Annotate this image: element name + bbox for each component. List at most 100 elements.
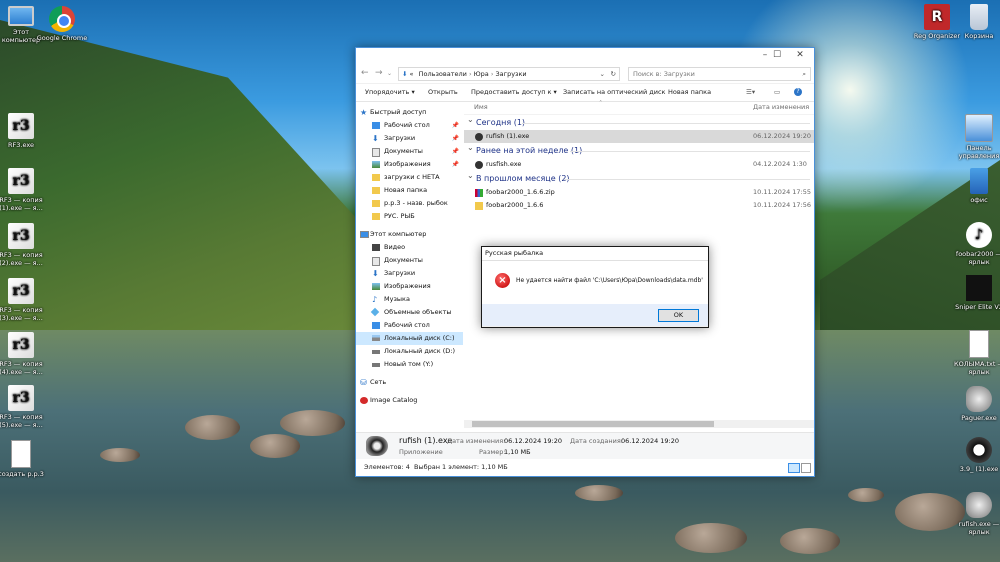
organize-button[interactable]: Упорядочить ▾ [365, 88, 415, 96]
desktop-icon-rf3-copy-2[interactable]: r3 RF3 — копия (2).exe — я... [0, 223, 48, 267]
details-pane: rufish (1).exe Приложение Дата изменения… [356, 432, 814, 459]
nav-quick-access[interactable]: ★ Быстрый доступ [356, 106, 463, 119]
burn-disc-button[interactable]: Записать на оптический диск [563, 88, 665, 96]
file-row[interactable]: rusfish.exe 04.12.2024 1:30 [464, 158, 814, 171]
desktop-icon-clock-exe[interactable]: 3.9_ (1).exe [952, 437, 1000, 473]
dialog-title[interactable]: Русская рыбалка [482, 247, 708, 261]
nav-pc-pictures[interactable]: Изображения [356, 280, 463, 293]
title-bar[interactable]: – ☐ ✕ [356, 48, 814, 63]
desktop-icon-rf3[interactable]: r3 RF3.exe [0, 113, 48, 149]
nav-network[interactable]: ⛁ Сеть [356, 376, 463, 389]
rf3-icon: r3 [8, 278, 34, 304]
rf3-icon: r3 [8, 332, 34, 358]
nav-quick-folder[interactable]: РУС. РЫБ [356, 210, 463, 223]
nav-quick-folder[interactable]: загрузки с НЕТА [356, 171, 463, 184]
group-header[interactable]: Ранее на этой неделе (1) [464, 140, 814, 158]
large-icons-view-icon[interactable] [801, 463, 811, 473]
dialog-body: × Не удается найти файл 'C:\Users\Юра\Do… [482, 261, 708, 304]
nav-image-catalog[interactable]: Image Catalog [356, 394, 463, 407]
breadcrumb-downloads[interactable]: Загрузки [496, 70, 527, 78]
help-icon[interactable]: ? [794, 88, 802, 96]
forward-arrow-icon[interactable]: → [375, 68, 383, 78]
file-row[interactable]: rufish (1).exe 06.12.2024 19:20 [464, 130, 814, 143]
address-dropdown-icon[interactable]: ⌄ [600, 68, 605, 80]
ok-button[interactable]: OK [658, 309, 699, 322]
nav-quick-pictures[interactable]: Изображения 📌 [356, 158, 463, 171]
desktop-icon-foobar[interactable]: ♪ foobar2000 — ярлык [952, 222, 1000, 266]
share-button[interactable]: Предоставить доступ к ▾ [471, 88, 557, 96]
desktop-icon-rf3-copy-5[interactable]: r3 RF3 — копия (5).exe — я... [0, 385, 48, 429]
nav-pc-3d-objects[interactable]: Объемные объекты [356, 306, 463, 319]
close-button[interactable]: ✕ [789, 50, 811, 61]
file-name: foobar2000_1.6.6 [486, 201, 544, 209]
pin-icon[interactable]: 📌 [452, 158, 459, 171]
nav-this-pc[interactable]: Этот компьютер [356, 228, 463, 241]
rf3-icon: r3 [8, 113, 34, 139]
nav-quick-folder[interactable]: Новая папка [356, 184, 463, 197]
nav-label: загрузки с НЕТА [384, 173, 440, 181]
fish-exe-icon [475, 161, 483, 169]
new-folder-button[interactable]: Новая папка [668, 88, 711, 96]
desktop-icon-rf3-copy-3[interactable]: r3 RF3 — копия (3).exe — я... [0, 278, 48, 322]
nav-pc-video[interactable]: Видео [356, 241, 463, 254]
status-bar: Элементов: 4 Выбран 1 элемент: 1,10 МБ [356, 460, 814, 475]
nav-quick-folder[interactable]: р.р.3 - назв. рыбок [356, 197, 463, 210]
breadcrumb-user[interactable]: Юра [474, 70, 489, 78]
desktop-icon-rufish[interactable]: rufish.exe — ярлык [952, 492, 1000, 536]
desktop-icon-chrome[interactable]: Google Chrome [35, 6, 89, 42]
details-view-icon[interactable] [788, 463, 800, 473]
desktop-icon-rf3-copy-4[interactable]: r3 RF3 — копия (4).exe — я... [0, 332, 48, 376]
refresh-icon[interactable]: ↻ [611, 68, 616, 80]
nav-pc-drive-c[interactable]: Локальный диск (C:) [356, 332, 463, 345]
clock-icon [966, 437, 992, 463]
desktop-icon-kolyma[interactable]: КОЛЫМА.txt — ярлык [952, 330, 1000, 376]
group-header[interactable]: В прошлом месяце (2) [464, 168, 814, 186]
desktop-icon-office[interactable]: офис [952, 168, 1000, 204]
desktop-icon-recycle-bin[interactable]: Корзина [952, 4, 1000, 40]
nav-label: Видео [384, 243, 406, 251]
desktop-icon-paguer[interactable]: Paguer.exe [952, 386, 1000, 422]
pin-icon[interactable]: 📌 [452, 132, 459, 145]
recent-chevron-icon[interactable]: ⌄ [387, 70, 392, 77]
nav-pc-downloads[interactable]: ⬇ Загрузки [356, 267, 463, 280]
nav-pc-desktop[interactable]: Рабочий стол [356, 319, 463, 332]
address-bar[interactable]: ⬇ « Пользователи › Юра › Загрузки ⌄ ↻ [398, 67, 620, 81]
error-dialog: Русская рыбалка × Не удается найти файл … [481, 246, 709, 328]
horizontal-scrollbar[interactable] [464, 420, 814, 428]
group-header[interactable]: Сегодня (1) [464, 112, 814, 130]
nav-label: Локальный диск (C:) [384, 334, 455, 342]
nav-quick-desktop[interactable]: Рабочий стол 📌 [356, 119, 463, 132]
this-pc-icon [8, 6, 34, 26]
desktop-icon-rf3-copy-1[interactable]: r3 RF3 — копия (1).exe — я... [0, 168, 48, 212]
nav-pc-music[interactable]: ♪ Музыка [356, 293, 463, 306]
column-name-header[interactable]: Имя [474, 101, 488, 114]
nav-label: Музыка [384, 295, 410, 303]
file-row[interactable]: foobar2000_1.6.6.zip 10.11.2024 17:55 [464, 186, 814, 199]
nav-pc-drive-y[interactable]: Новый том (Y:) [356, 358, 463, 371]
open-button[interactable]: Открыть [428, 88, 458, 96]
nav-pc-documents[interactable]: Документы [356, 254, 463, 267]
nav-pc-drive-d[interactable]: Локальный диск (D:) [356, 345, 463, 358]
breadcrumb-users[interactable]: Пользователи [419, 70, 467, 78]
desktop-icon-control-panel[interactable]: Панель управления [952, 114, 1000, 160]
back-arrow-icon[interactable]: ← [361, 68, 369, 78]
downloads-icon: ⬇ [402, 70, 408, 78]
image-catalog-icon [360, 397, 368, 404]
column-date-header[interactable]: Дата изменения [753, 101, 809, 114]
archive-icon [475, 189, 483, 197]
preview-pane-icon[interactable]: ▭ [774, 88, 780, 96]
view-options-icon[interactable]: ☰▾ [746, 88, 755, 96]
drive-icon [372, 363, 380, 367]
nav-quick-downloads[interactable]: ⬇ Загрузки 📌 [356, 132, 463, 145]
desktop-icon-document[interactable]: создать р.р.3 [0, 440, 48, 478]
pin-icon[interactable]: 📌 [452, 119, 459, 132]
search-icon: ⌕ [802, 70, 806, 78]
desktop-icon-sniper-elite[interactable]: Sniper Elite V2 [952, 275, 1000, 311]
maximize-button[interactable]: ☐ [766, 50, 788, 61]
search-input[interactable]: Поиск в: Загрузки ⌕ [628, 67, 811, 81]
nav-quick-documents[interactable]: Документы 📌 [356, 145, 463, 158]
pin-icon[interactable]: 📌 [452, 145, 459, 158]
file-row[interactable]: foobar2000_1.6.6 10.11.2024 17:56 [464, 199, 814, 212]
group-divider [564, 179, 810, 180]
scrollbar-thumb[interactable] [472, 421, 714, 427]
